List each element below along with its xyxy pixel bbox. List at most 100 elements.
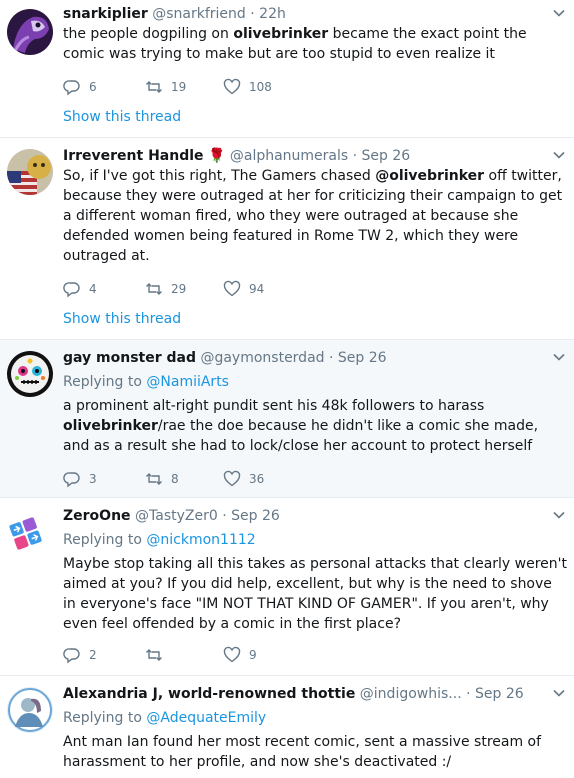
replying-to-link[interactable]: @nickmon1112: [146, 532, 255, 548]
heart-icon: [223, 280, 241, 297]
retweet-icon: [146, 649, 162, 661]
chevron-down-icon[interactable]: [552, 350, 566, 364]
tweet-text: Maybe stop taking all this takes as pers…: [63, 556, 567, 632]
tweet-text: Ant man Ian found her most recent comic,…: [63, 734, 542, 770]
separator-dot: ·: [250, 6, 255, 22]
replying-label: Replying to: [63, 710, 142, 726]
tweet[interactable]: ZeroOne @TastyZer0 · Sep 26 Replying to …: [0, 498, 574, 676]
replying-to: Replying to @NamiiArts: [63, 372, 229, 392]
purple-creature-avatar-icon: [7, 9, 53, 55]
tweet[interactable]: Irreverent Handle 🌹 @alphanumerals · Sep…: [0, 138, 574, 340]
user-handle[interactable]: @gaymonsterdad: [200, 350, 324, 366]
timestamp[interactable]: Sep 26: [231, 508, 280, 524]
retweet-icon: [146, 283, 162, 295]
rose-icon: 🌹: [207, 148, 226, 164]
mention-link[interactable]: olivebrinker: [233, 26, 328, 42]
text-part: So, if I've got this right, The Gamers c…: [63, 168, 376, 184]
tweet-header: Alexandria J, world-renowned thottie @in…: [63, 684, 544, 704]
reply-count: 3: [89, 472, 97, 486]
separator-dot: ·: [222, 508, 227, 524]
tweet-text: a prominent alt-right pundit sent his 48…: [63, 396, 568, 456]
avatar[interactable]: [7, 687, 53, 733]
tweet[interactable]: gay monster dad @gaymonsterdad · Sep 26 …: [0, 340, 574, 498]
retweet-icon: [146, 81, 162, 93]
heart-icon: [223, 78, 241, 95]
tweet-text: the people dogpiling on olivebrinker bec…: [63, 24, 568, 64]
reply-button[interactable]: 4: [63, 278, 97, 300]
retweet-button[interactable]: 19: [145, 76, 186, 98]
replying-label: Replying to: [63, 532, 142, 548]
avatar[interactable]: [7, 149, 53, 195]
tweet[interactable]: Alexandria J, world-renowned thottie @in…: [0, 676, 574, 778]
chevron-down-icon[interactable]: [552, 508, 566, 522]
user-handle[interactable]: @indigowhis...: [360, 686, 462, 702]
chevron-down-icon[interactable]: [552, 148, 566, 162]
replying-to: Replying to @AdequateEmily: [63, 708, 266, 728]
tweet[interactable]: snarkiplier @snarkfriend · 22h the peopl…: [0, 0, 574, 138]
display-name[interactable]: Alexandria J, world-renowned thottie: [63, 686, 355, 702]
reply-button[interactable]: 6: [63, 76, 97, 98]
tweet-header: snarkiplier @snarkfriend · 22h: [63, 4, 544, 24]
text-part: the people dogpiling on: [63, 26, 234, 42]
heart-icon: [223, 470, 241, 487]
like-button[interactable]: 9: [223, 644, 257, 666]
reply-icon: [63, 282, 80, 298]
like-button[interactable]: 94: [223, 278, 264, 300]
show-thread-link[interactable]: Show this thread: [63, 107, 181, 127]
replying-to: Replying to @nickmon1112: [63, 530, 256, 550]
tweet-header: gay monster dad @gaymonsterdad · Sep 26: [63, 348, 544, 368]
avatar[interactable]: [7, 9, 53, 55]
user-handle[interactable]: @TastyZer0: [135, 508, 218, 524]
portrait-avatar-icon: [7, 687, 53, 733]
retweet-button[interactable]: [145, 644, 171, 666]
mention-link[interactable]: @olivebrinker: [375, 168, 484, 184]
reply-button[interactable]: 2: [63, 644, 97, 666]
mention-link[interactable]: olivebrinker: [63, 418, 158, 434]
like-count: 9: [249, 648, 257, 662]
tweet-header: Irreverent Handle 🌹 @alphanumerals · Sep…: [63, 146, 544, 166]
retweet-count: 8: [171, 472, 179, 486]
flag-avatar-icon: [7, 149, 53, 195]
timestamp[interactable]: Sep 26: [338, 350, 387, 366]
retweet-button[interactable]: 8: [145, 468, 179, 490]
tweet-text: So, if I've got this right, The Gamers c…: [63, 166, 568, 266]
like-button[interactable]: 108: [223, 76, 272, 98]
user-handle[interactable]: @snarkfriend: [152, 6, 246, 22]
retweet-icon: [146, 473, 162, 485]
timestamp[interactable]: 22h: [259, 6, 286, 22]
timestamp[interactable]: Sep 26: [475, 686, 524, 702]
reply-button[interactable]: 3: [63, 468, 97, 490]
like-button[interactable]: 36: [223, 468, 264, 490]
reply-count: 6: [89, 80, 97, 94]
reply-icon: [63, 472, 80, 488]
tweet-header: ZeroOne @TastyZer0 · Sep 26: [63, 506, 544, 526]
text-part: a prominent alt-right pundit sent his 48…: [63, 398, 485, 414]
reply-count: 4: [89, 282, 97, 296]
heart-icon: [223, 646, 241, 663]
retweet-count: 29: [171, 282, 187, 296]
reply-icon: [63, 648, 80, 664]
reply-count: 2: [89, 648, 97, 662]
display-name[interactable]: snarkiplier: [63, 6, 148, 22]
avatar[interactable]: [7, 351, 53, 397]
avatar[interactable]: [7, 511, 53, 557]
retweet-button[interactable]: 29: [145, 278, 186, 300]
arrow-tiles-avatar-icon: [7, 511, 53, 557]
user-handle[interactable]: @alphanumerals: [230, 148, 348, 164]
separator-dot: ·: [352, 148, 358, 164]
separator-dot: ·: [329, 350, 334, 366]
timestamp[interactable]: Sep 26: [362, 148, 411, 164]
display-name[interactable]: gay monster dad: [63, 350, 196, 366]
show-thread-link[interactable]: Show this thread: [63, 309, 181, 329]
reply-icon: [63, 80, 80, 96]
sugar-skull-avatar-icon: [7, 351, 53, 397]
display-name[interactable]: ZeroOne: [63, 508, 131, 524]
replying-to-link[interactable]: @AdequateEmily: [146, 710, 266, 726]
like-count: 36: [249, 472, 265, 486]
chevron-down-icon[interactable]: [552, 686, 566, 700]
replying-to-link[interactable]: @NamiiArts: [146, 374, 229, 390]
retweet-count: 19: [171, 80, 187, 94]
like-count: 108: [249, 80, 272, 94]
display-name[interactable]: Irreverent Handle: [63, 148, 204, 164]
chevron-down-icon[interactable]: [552, 6, 566, 20]
